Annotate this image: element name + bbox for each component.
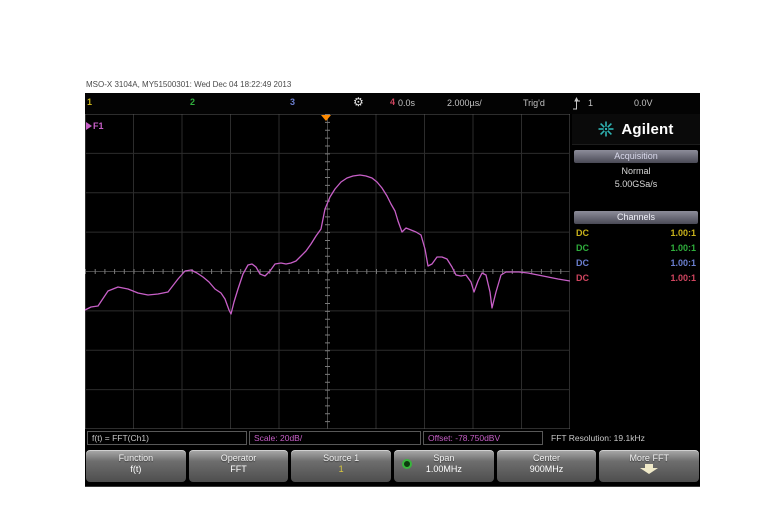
channel-probe-ratio: 1.00:1 [670,243,696,253]
softkey-label: Source 1 [323,453,360,463]
brand-row: Agilent [572,114,700,145]
channel-coupling: DC [576,243,589,253]
softkey-value: 1 [338,464,344,474]
softkey-label: Operator [220,453,257,463]
fft-resolution: FFT Resolution: 19.1kHz [551,433,645,443]
agilent-spark-icon [598,121,614,137]
softkey-function[interactable]: Function f(t) [86,450,186,482]
fft-trace [85,174,570,315]
softkey-value [599,464,699,476]
softkey-value: f(t) [130,464,142,474]
sidebar: Agilent Acquisition Normal 5.00GSa/s Cha… [572,114,700,429]
softkey-label: More FFT [629,453,669,463]
acquisition-panel-header[interactable]: Acquisition [574,150,698,163]
channel-3-indicator[interactable]: 3 [290,97,295,107]
channel-2-indicator[interactable]: 2 [190,97,195,107]
channel-row: DC 1.00:1 [572,256,700,271]
brand-name: Agilent [621,120,674,138]
f1-reference-marker: F1 [86,121,104,131]
softkey-center[interactable]: Center 900MHz [496,450,597,482]
channel-probe-ratio: 1.00:1 [670,258,696,268]
channels-panel-header[interactable]: Channels [574,211,698,224]
softkey-bar: Function f(t) Operator FFT Source 1 1 Span 1.00… [85,448,700,487]
softkey-value: 900MHz [529,464,564,474]
trigger-source: 1 [588,98,594,108]
channel-probe-ratio: 1.00:1 [670,273,696,283]
trigger-status: Trig'd [523,98,545,108]
channel-row: DC 1.00:1 [572,241,700,256]
fft-scale: Scale: 20dB/ [249,431,421,445]
function-definition: f(t) = FFT(Ch1) [87,431,247,445]
measurement-bar: f(t) = FFT(Ch1) Scale: 20dB/ Offset: -78… [85,429,700,447]
channels-rows: DC 1.00:1 DC 1.00:1 DC 1.00:1 DC 1.00:1 [572,226,700,286]
edge-trigger-icon [572,97,581,112]
rotary-knob-icon [402,459,413,469]
channel-coupling: DC [576,258,589,268]
channel-4-indicator[interactable]: 4 [390,97,395,107]
softkey-operator[interactable]: Operator FFT [188,450,289,482]
channel-row: DC 1.00:1 [572,226,700,241]
horizontal-delay: 0.0s [398,98,416,108]
waveform-display-area: F1 [85,114,570,429]
trigger-time-marker-icon [321,115,331,121]
down-arrow-icon [640,464,659,474]
fft-offset: Offset: -78.750dBV [423,431,543,445]
channel-probe-ratio: 1.00:1 [670,228,696,238]
timebase-setting: 2.000µs/ [447,98,482,108]
softkey-label: Function [118,453,154,463]
menu-gear-icon[interactable]: ⚙ [353,95,364,109]
softkey-label: Center [533,453,561,463]
channel-1-indicator[interactable]: 1 [87,97,92,107]
oscilloscope-screen: 1 2 3 4 ⚙ 0.0s 2.000µs/ Trig'd 1 0.0V F1 Ag… [85,93,700,487]
channel-coupling: DC [576,228,589,238]
softkey-more-fft[interactable]: More FFT [599,450,700,482]
f1-label: F1 [93,121,104,131]
sample-rate: 5.00GSa/s [614,179,658,189]
trigger-level: 0.0V [634,98,653,108]
capture-title-line: MSO-X 3104A, MY51500301: Wed Dec 04 18:2… [86,80,292,89]
screenshot-page: MSO-X 3104A, MY51500301: Wed Dec 04 18:2… [0,0,783,511]
channel-coupling: DC [576,273,589,283]
f1-arrow-icon [86,122,92,130]
status-bar: 1 2 3 4 ⚙ 0.0s 2.000µs/ Trig'd 1 0.0V [85,93,700,114]
softkey-source-1[interactable]: Source 11 [291,450,392,482]
softkey-value: FFT [230,464,247,474]
channel-row: DC 1.00:1 [572,271,700,286]
softkey-span[interactable]: Span 1.00MHz [394,450,494,482]
acquisition-mode: Normal [621,166,651,176]
